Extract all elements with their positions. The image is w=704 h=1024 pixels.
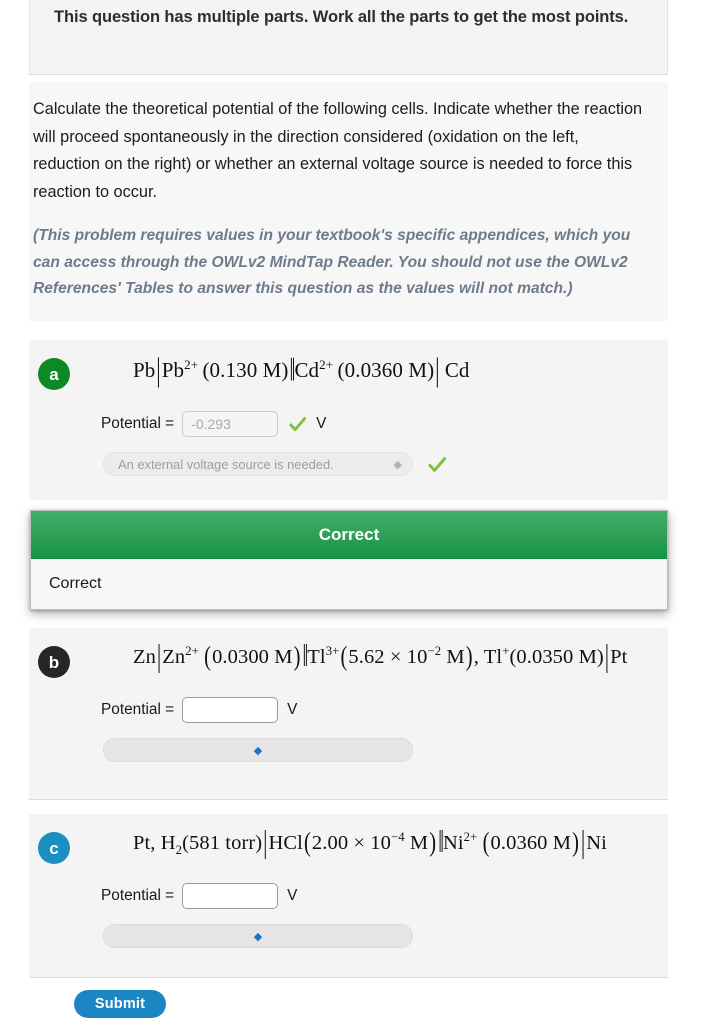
feedback-body: Correct bbox=[31, 559, 667, 609]
part-c-badge: c bbox=[38, 832, 70, 864]
chevron-updown-icon: ◆ bbox=[253, 929, 263, 943]
part-a-potential-input[interactable] bbox=[182, 411, 279, 437]
part-a-eq-cathode: Cd bbox=[444, 358, 470, 382]
part-c-eq-cathode: Ni bbox=[586, 832, 607, 854]
question-note: (This problem requires values in your te… bbox=[33, 226, 631, 298]
paren-close-icon: ) bbox=[429, 827, 437, 858]
part-c-select-row: ◆ bbox=[103, 924, 413, 948]
feedback-header: Correct bbox=[31, 511, 667, 559]
part-c-eq-cathode-charge: 2+ bbox=[463, 830, 478, 845]
paren-close-icon: ) bbox=[572, 827, 580, 858]
part-a-eq-cathode-charge: 2+ bbox=[319, 357, 334, 372]
part-a-equation: Pb|Pb2+ (0.130 M)‖Cd2+ (0.0360 M)| Cd bbox=[133, 351, 664, 388]
part-b-potential-row: Potential = V bbox=[101, 696, 297, 724]
part-c-header-row: c Pt, H2(581 torr)|HCl(2.00 × 10−4 M)‖Ni… bbox=[29, 814, 668, 866]
paren-open-icon: ( bbox=[204, 641, 212, 672]
multipart-notice-text: This question has multiple parts. Work a… bbox=[54, 8, 629, 26]
part-b-eq-anode: Zn bbox=[133, 646, 156, 668]
part-b-eq-cathode: Pt bbox=[610, 646, 628, 668]
part-c-potential-row: Potential = V bbox=[101, 882, 297, 910]
part-b-eq-cathode-conc-mantissa: 5.62 × 10 bbox=[348, 646, 428, 668]
part-b-unit-label: V bbox=[287, 701, 298, 718]
part-b-spontaneity-select[interactable]: ◆ bbox=[103, 738, 413, 762]
submit-button[interactable]: Submit bbox=[74, 990, 166, 1018]
salt-bridge-icon: ‖ bbox=[302, 639, 309, 674]
part-b-potential-label: Potential = bbox=[101, 701, 175, 718]
salt-bridge-icon: ‖ bbox=[289, 351, 296, 389]
part-a-eq-anode: Pb bbox=[133, 358, 156, 382]
part-a-unit-label: V bbox=[316, 415, 327, 432]
phase-bar-icon: | bbox=[435, 351, 440, 389]
part-b-eq-anode-charge: 2+ bbox=[185, 644, 199, 659]
part-a-eq-anode-charge: 2+ bbox=[184, 357, 199, 372]
part-a-eq-cathode-ion: Cd bbox=[294, 358, 320, 382]
part-c-eq-electrolyte-conc-unit: M bbox=[404, 832, 429, 854]
part-c-unit-label: V bbox=[287, 887, 298, 904]
chevron-updown-icon: ◆ bbox=[253, 743, 263, 757]
part-a-eq-anode-conc: (0.130 M) bbox=[202, 358, 289, 382]
salt-bridge-icon: ‖ bbox=[438, 825, 444, 860]
part-c-potential-label: Potential = bbox=[101, 887, 175, 904]
part-a-potential-row: Potential = V bbox=[101, 410, 326, 438]
part-b-equation: Zn|Zn2+ (0.0300 M)‖Tl3+(5.62 × 10−2 M), … bbox=[133, 639, 628, 674]
phase-bar-icon: | bbox=[604, 639, 610, 674]
green-check-icon bbox=[288, 415, 307, 434]
question-instructions: Calculate the theoretical potential of t… bbox=[33, 100, 643, 202]
part-a-potential-label: Potential = bbox=[101, 415, 175, 432]
part-b-eq-cathode-conc-unit: M bbox=[441, 646, 465, 668]
part-b-select-row: ◆ bbox=[103, 738, 413, 762]
part-b-eq-second-ion: Tl bbox=[483, 646, 503, 668]
part-a-select-value: An external voltage source is needed. bbox=[118, 456, 334, 472]
phase-bar-icon: | bbox=[263, 825, 268, 860]
part-b-panel: b Zn|Zn2+ (0.0300 M)‖Tl3+(5.62 × 10−2 M)… bbox=[29, 628, 668, 800]
question-intro-block: Calculate the theoretical potential of t… bbox=[29, 82, 668, 322]
part-a-eq-anode-ion: Pb bbox=[161, 358, 185, 382]
multipart-notice-banner: This question has multiple parts. Work a… bbox=[29, 0, 668, 75]
part-c-eq-anode-pressure: (581 torr) bbox=[182, 832, 263, 854]
part-a-header-row: a Pb|Pb2+ (0.130 M)‖Cd2+ (0.0360 M)| Cd bbox=[29, 340, 668, 392]
part-c-eq-electrolyte-conc-mantissa: 2.00 × 10 bbox=[311, 832, 391, 854]
phase-bar-icon: | bbox=[156, 351, 161, 389]
phase-bar-icon: | bbox=[156, 639, 162, 674]
paren-open-icon: ( bbox=[482, 827, 490, 858]
part-c-eq-cathode-ion: Ni bbox=[442, 832, 464, 854]
part-c-potential-input[interactable] bbox=[182, 883, 279, 909]
part-c-eq-electrolyte-conc-exponent: −4 bbox=[390, 830, 405, 845]
part-c-eq-cathode-conc: 0.0360 M bbox=[490, 832, 572, 854]
part-b-header-row: b Zn|Zn2+ (0.0300 M)‖Tl3+(5.62 × 10−2 M)… bbox=[29, 628, 668, 680]
part-b-eq-cathode-conc-exponent: −2 bbox=[427, 644, 442, 659]
paren-close-icon: ) bbox=[293, 641, 301, 672]
green-check-icon bbox=[427, 455, 446, 474]
part-a-select-row: An external voltage source is needed. ◆ bbox=[103, 452, 446, 476]
part-a-spontaneity-select[interactable]: An external voltage source is needed. ◆ bbox=[103, 452, 413, 476]
feedback-box: Correct Correct bbox=[30, 510, 668, 610]
part-b-eq-anode-ion: Zn bbox=[162, 646, 186, 668]
part-c-eq-electrolyte: HCl bbox=[268, 832, 303, 854]
part-c-equation: Pt, H2(581 torr)|HCl(2.00 × 10−4 M)‖Ni2+… bbox=[133, 826, 664, 860]
part-b-badge: b bbox=[38, 646, 70, 678]
part-a-eq-cathode-conc: (0.0360 M) bbox=[337, 358, 435, 382]
question-page: This question has multiple parts. Work a… bbox=[0, 0, 704, 1024]
part-b-eq-second-conc: (0.0350 M) bbox=[509, 646, 604, 668]
part-a-badge: a bbox=[38, 358, 70, 390]
part-c-eq-anode: Pt, H bbox=[133, 832, 176, 854]
part-b-eq-cathode-ion: Tl bbox=[307, 646, 326, 668]
part-c-spontaneity-select[interactable]: ◆ bbox=[103, 924, 413, 948]
part-b-potential-input[interactable] bbox=[182, 697, 279, 723]
part-b-eq-cathode-charge: 3+ bbox=[325, 644, 340, 659]
part-b-eq-anode-conc: 0.0300 M bbox=[212, 646, 293, 668]
chevron-updown-icon: ◆ bbox=[393, 457, 402, 471]
paren-open-icon: ( bbox=[340, 641, 348, 672]
paren-open-icon: ( bbox=[303, 827, 311, 858]
paren-close-icon: ) bbox=[465, 641, 473, 672]
phase-bar-icon: | bbox=[581, 825, 586, 860]
part-c-panel: c Pt, H2(581 torr)|HCl(2.00 × 10−4 M)‖Ni… bbox=[29, 814, 668, 978]
part-a-panel: a Pb|Pb2+ (0.130 M)‖Cd2+ (0.0360 M)| Cd … bbox=[29, 340, 668, 500]
